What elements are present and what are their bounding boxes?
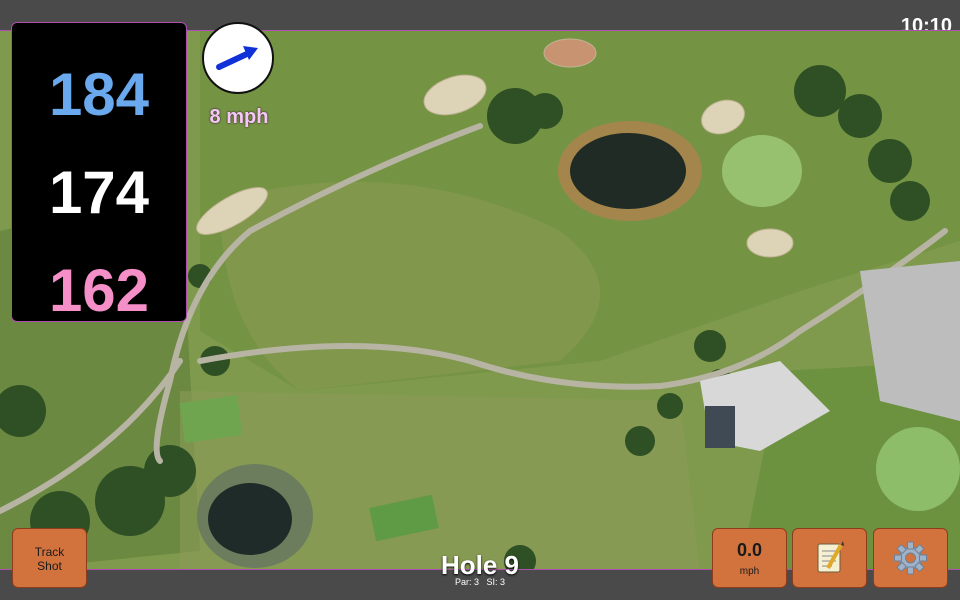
- notepad-icon: [817, 541, 844, 573]
- middle-distance: 174: [48, 159, 150, 226]
- speed-button[interactable]: 0.0 mph: [712, 528, 787, 588]
- speed-unit: mph: [739, 566, 760, 577]
- track-shot-line2: Shot: [37, 559, 62, 573]
- back-distance: 184: [48, 61, 150, 128]
- settings-button[interactable]: [873, 528, 948, 588]
- hole-par: Par: 3: [454, 577, 479, 587]
- hole-stroke-index: SI: 3: [486, 577, 506, 587]
- wind-arrow-icon: [216, 46, 258, 70]
- notes-button[interactable]: [792, 528, 867, 588]
- wind-indicator: [202, 22, 274, 94]
- hole-info: Par: 3 SI: 3: [380, 577, 580, 587]
- track-shot-line1: Track: [34, 545, 65, 559]
- track-shot-button[interactable]: Track Shot: [12, 528, 87, 588]
- wind-speed-label: 8 mph: [209, 106, 269, 128]
- speed-value: 0.0: [736, 540, 763, 560]
- distance-panel: 184 174 162: [11, 22, 187, 324]
- gear-icon: [894, 541, 927, 575]
- track-shot-label: Track Shot: [13, 529, 86, 573]
- front-distance: 162: [48, 257, 150, 324]
- hole-title: Hole 9: [440, 550, 520, 580]
